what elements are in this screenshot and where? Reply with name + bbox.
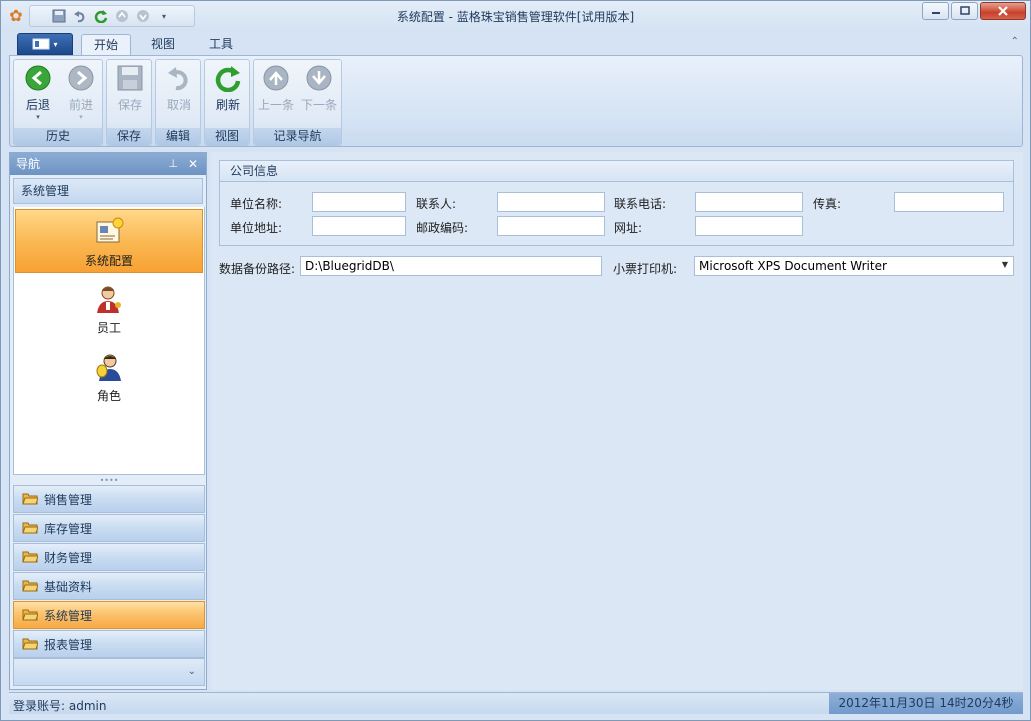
login-account-status: 登录账号: admin bbox=[13, 699, 107, 713]
navigation-pane: 导航 ⊥ ✕ 系统管理 系统配置 员工 角色 •••• 销售管理 库存管理 财务… bbox=[9, 152, 207, 690]
folder-icon bbox=[22, 491, 39, 508]
postcode-input[interactable] bbox=[497, 216, 605, 236]
settings-document-icon bbox=[93, 216, 125, 248]
save-button[interactable]: 保存 bbox=[109, 64, 151, 113]
main-content: 公司信息 单位名称: 联系人: 联系电话: 传真: 单位地址: 邮政编码: 网址… bbox=[211, 152, 1023, 690]
tab-view[interactable]: 视图 bbox=[139, 34, 187, 56]
ribbon-group-history: 后退 ▾ 前进 ▾ 历史 bbox=[13, 59, 103, 146]
chevron-down-icon[interactable]: ▼ bbox=[1002, 260, 1008, 269]
folder-icon bbox=[22, 578, 39, 595]
nav-group-inventory[interactable]: 库存管理 bbox=[13, 514, 205, 542]
close-pane-icon[interactable]: ✕ bbox=[188, 153, 198, 175]
ribbon-group-view: 刷新 视图 bbox=[204, 59, 250, 146]
app-window: ✿ ▾ 系统配置 - 蓝格珠宝销售管理软件[试用版本] ▾ 开始 视图 工具 ⌃… bbox=[0, 0, 1031, 721]
fax-input[interactable] bbox=[894, 192, 1004, 212]
folder-icon bbox=[22, 520, 39, 537]
navigation-header: 导航 ⊥ ✕ bbox=[10, 153, 206, 175]
window-title: 系统配置 - 蓝格珠宝销售管理软件[试用版本] bbox=[396, 10, 635, 24]
address-label: 单位地址: bbox=[230, 221, 283, 235]
arrow-up-icon bbox=[262, 64, 290, 92]
datetime-status: 2012年11月30日 14时20分4秒 bbox=[829, 693, 1023, 714]
printer-label: 小票打印机: bbox=[613, 262, 678, 276]
ribbon-group-record-nav: 上一条 下一条 记录导航 bbox=[253, 59, 342, 146]
website-input[interactable] bbox=[695, 216, 803, 236]
contact-label: 联系人: bbox=[416, 197, 457, 211]
chevron-down-icon: ▾ bbox=[79, 113, 83, 121]
printer-selected-value: Microsoft XPS Document Writer bbox=[699, 259, 887, 273]
phone-label: 联系电话: bbox=[614, 197, 667, 211]
refresh-icon bbox=[214, 64, 242, 93]
nav-group-basic-data[interactable]: 基础资料 bbox=[13, 572, 205, 600]
unit-name-label: 单位名称: bbox=[230, 197, 283, 211]
phone-input[interactable] bbox=[695, 192, 803, 212]
chevron-down-icon: ▾ bbox=[36, 113, 40, 121]
nav-group-list: 销售管理 库存管理 财务管理 基础资料 系统管理 报表管理 bbox=[13, 485, 205, 659]
ribbon-tab-bar: ▾ 开始 视图 工具 ⌃ bbox=[9, 31, 1023, 56]
tab-tools[interactable]: 工具 bbox=[197, 34, 245, 56]
pin-icon[interactable]: ⊥ bbox=[168, 153, 178, 175]
navigation-title: 导航 bbox=[16, 157, 41, 171]
role-icon bbox=[93, 351, 125, 383]
window-controls bbox=[922, 2, 1026, 20]
nav-item-employee[interactable]: 员工 bbox=[15, 277, 203, 341]
ribbon-group-save: 保存 保存 bbox=[106, 59, 152, 146]
next-record-button[interactable]: 下一条 bbox=[298, 64, 340, 113]
application-menu-button[interactable]: ▾ bbox=[17, 33, 73, 55]
tab-home[interactable]: 开始 bbox=[81, 34, 132, 56]
nav-group-sales[interactable]: 销售管理 bbox=[13, 485, 205, 513]
folder-icon bbox=[22, 607, 39, 624]
close-button[interactable] bbox=[980, 2, 1026, 20]
ribbon-group-label: 历史 bbox=[14, 128, 102, 145]
minimize-button[interactable] bbox=[922, 2, 949, 20]
nav-item-system-config[interactable]: 系统配置 bbox=[15, 209, 203, 273]
contact-input[interactable] bbox=[497, 192, 605, 212]
status-bar: 登录账号: admin 2012年11月30日 14时20分4秒 bbox=[9, 692, 1023, 714]
printer-select[interactable]: Microsoft XPS Document Writer ▼ bbox=[694, 256, 1014, 276]
nav-item-role[interactable]: 角色 bbox=[15, 345, 203, 409]
ribbon-group-edit: 取消 编辑 bbox=[155, 59, 201, 146]
chevron-down-icon: ⌄ bbox=[187, 666, 196, 677]
maximize-button[interactable] bbox=[951, 2, 978, 20]
website-label: 网址: bbox=[614, 221, 643, 235]
pane-splitter[interactable]: •••• bbox=[13, 477, 205, 485]
forward-arrow-icon bbox=[67, 64, 95, 92]
address-input[interactable] bbox=[312, 216, 406, 236]
ribbon-body: 后退 ▾ 前进 ▾ 历史 保存 保存 取消 编辑 刷新 视图 上一条 下一条 记… bbox=[9, 55, 1023, 147]
postcode-label: 邮政编码: bbox=[416, 221, 469, 235]
nav-group-reports[interactable]: 报表管理 bbox=[13, 630, 205, 658]
cancel-button[interactable]: 取消 bbox=[158, 64, 200, 113]
ribbon-group-label: 保存 bbox=[107, 128, 151, 145]
title-bar: ✿ ▾ 系统配置 - 蓝格珠宝销售管理软件[试用版本] bbox=[1, 1, 1030, 31]
refresh-button[interactable]: 刷新 bbox=[207, 64, 249, 113]
back-button[interactable]: 后退 ▾ bbox=[17, 64, 59, 121]
nav-overflow-button[interactable]: ⌄ bbox=[13, 658, 205, 686]
ribbon-group-label: 编辑 bbox=[156, 128, 200, 145]
company-info-title: 公司信息 bbox=[220, 161, 1013, 182]
employee-icon bbox=[93, 283, 125, 315]
backup-path-label: 数据备份路径: bbox=[219, 262, 296, 276]
folder-icon bbox=[22, 549, 39, 566]
nav-item-list: 系统配置 员工 角色 bbox=[13, 207, 205, 475]
undo-icon bbox=[165, 64, 193, 92]
company-info-group: 公司信息 单位名称: 联系人: 联系电话: 传真: 单位地址: 邮政编码: 网址… bbox=[219, 160, 1014, 246]
nav-group-finance[interactable]: 财务管理 bbox=[13, 543, 205, 571]
previous-record-button[interactable]: 上一条 bbox=[255, 64, 297, 113]
backup-path-input[interactable] bbox=[300, 256, 602, 276]
fax-label: 传真: bbox=[813, 197, 842, 211]
folder-icon bbox=[22, 636, 39, 653]
back-arrow-icon bbox=[24, 64, 52, 92]
ribbon-group-label: 视图 bbox=[205, 128, 249, 145]
ribbon-group-label: 记录导航 bbox=[254, 128, 341, 145]
unit-name-input[interactable] bbox=[312, 192, 406, 212]
nav-section-title: 系统管理 bbox=[13, 178, 203, 204]
floppy-disk-icon bbox=[116, 64, 144, 92]
arrow-down-icon bbox=[305, 64, 333, 92]
nav-group-system[interactable]: 系统管理 bbox=[13, 601, 205, 629]
ribbon-collapse-icon[interactable]: ⌃ bbox=[1011, 36, 1019, 47]
forward-button[interactable]: 前进 ▾ bbox=[60, 64, 102, 121]
